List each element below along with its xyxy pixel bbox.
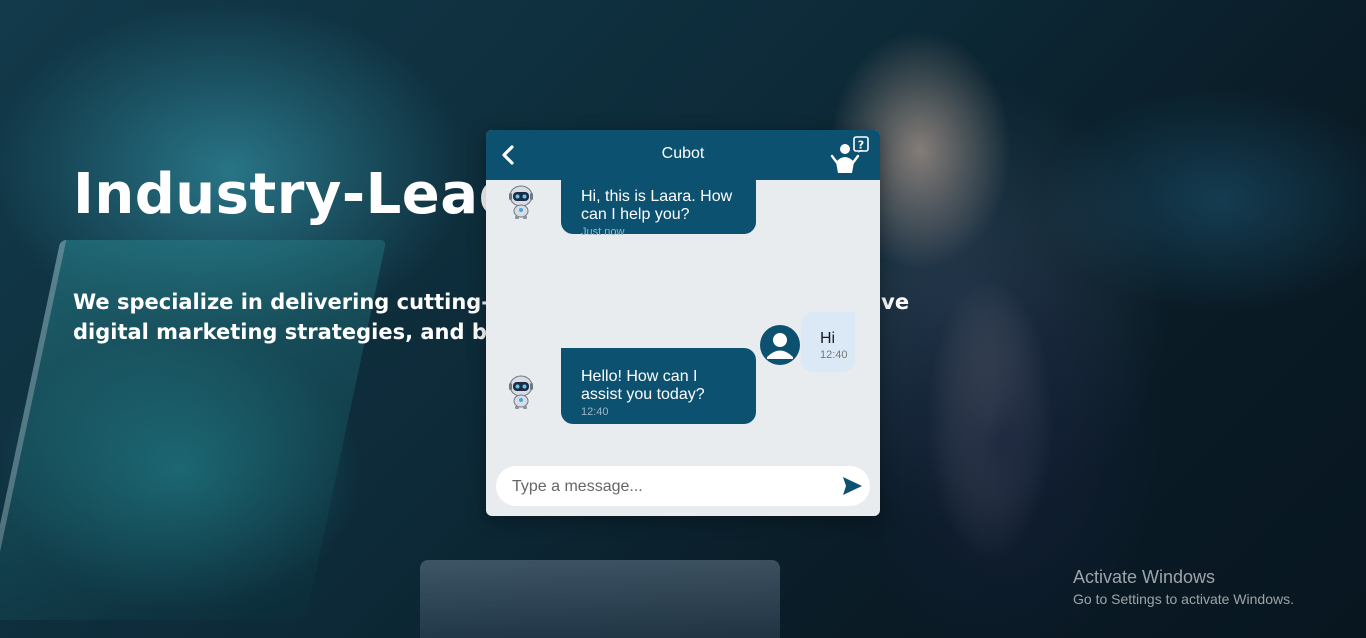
activation-subtitle: Go to Settings to activate Windows.	[1073, 591, 1294, 607]
robot-avatar-icon	[509, 375, 533, 409]
bot-message-time: 12:40	[581, 406, 609, 418]
message-list[interactable]: Hi, this is Laara. How can I help you? J…	[486, 180, 880, 456]
hero-title: Industry-Lead	[73, 162, 520, 227]
message-input[interactable]	[510, 466, 834, 508]
bot-message-bubble: Hello! How can I assist you today? 12:40	[561, 348, 756, 424]
user-message-text: Hi	[820, 330, 836, 347]
user-message-bubble: Hi 12:40	[801, 312, 855, 372]
hero-keyboard-image	[420, 560, 780, 638]
chat-title: Cubot	[661, 145, 705, 162]
bot-message-bubble: Hi, this is Laara. How can I help you? J…	[561, 180, 756, 238]
chat-header: Cubot ?	[486, 130, 880, 180]
user-avatar-icon	[760, 325, 800, 365]
message-composer	[496, 466, 870, 508]
robot-avatar-icon	[509, 185, 533, 219]
send-button[interactable]	[840, 474, 864, 498]
bot-message-time: Just now	[581, 226, 625, 238]
send-icon	[843, 477, 862, 495]
windows-activation-watermark: Activate Windows Go to Settings to activ…	[1073, 566, 1294, 607]
hero-subtitle-line1-start: We specialize in delivering cutting-e	[73, 290, 505, 314]
user-message-time: 12:40	[820, 349, 848, 361]
support-agent-question-icon[interactable]: ?	[830, 136, 870, 176]
bot-message-text: Hello! How can I assist you today?	[581, 368, 705, 403]
bot-message-text: Hi, this is Laara. How can I help you?	[581, 188, 733, 223]
chat-widget: Cubot ? Hi, this is Laara. How can I hel…	[486, 130, 880, 516]
activation-title: Activate Windows	[1073, 567, 1216, 587]
svg-text:?: ?	[858, 139, 864, 152]
